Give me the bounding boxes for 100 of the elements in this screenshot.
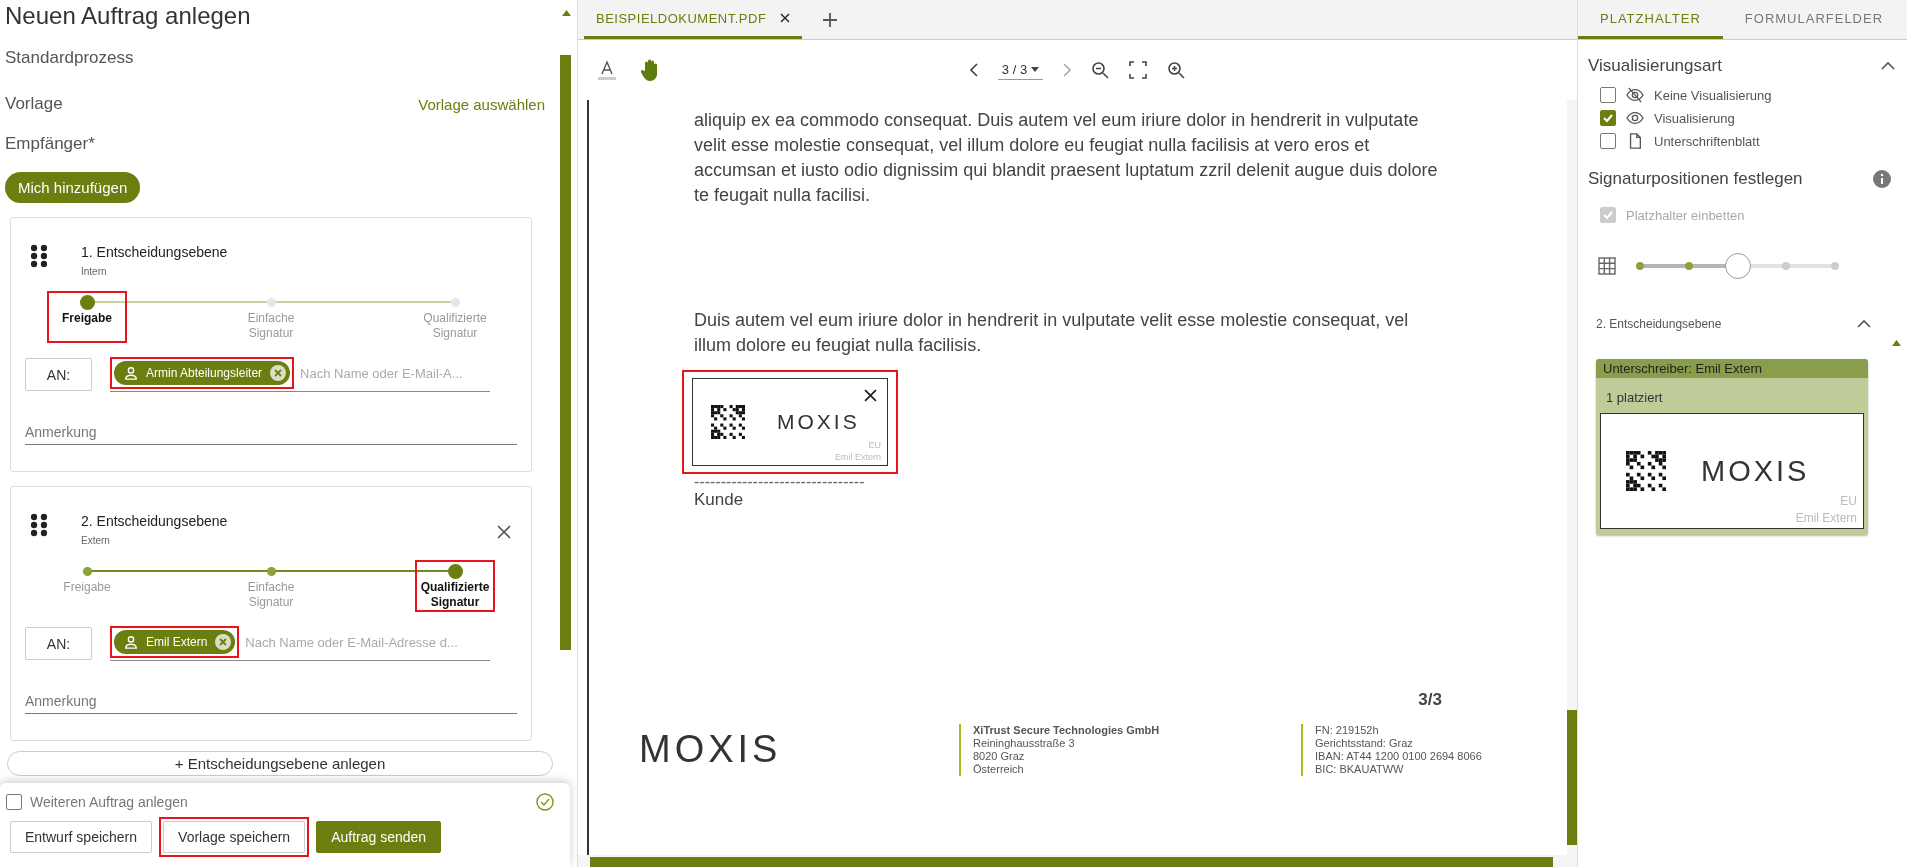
section-title: Signaturpositionen festlegen <box>1588 169 1803 189</box>
close-icon[interactable] <box>864 389 877 402</box>
person-icon <box>124 366 138 380</box>
eye-slash-icon <box>1626 87 1644 103</box>
company-info: Österreich <box>973 763 1025 776</box>
zoom-out-icon[interactable] <box>1091 61 1110 79</box>
signature-stamp[interactable]: MOXIS EU Emil Extern <box>1600 413 1864 529</box>
placed-count: 1 platziert <box>1605 389 1664 407</box>
slider-stop[interactable] <box>1684 262 1693 270</box>
checkbox-label: Weiteren Auftrag anlegen <box>30 794 189 810</box>
to-button[interactable]: AN: <box>25 358 92 391</box>
recipient-chip[interactable]: Emil Extern <box>114 630 236 654</box>
slider-thumb[interactable] <box>1724 253 1751 279</box>
signer-header: Unterschreiber: Emil Extern <box>1596 359 1868 378</box>
option-label: Platzhalter einbetten <box>1626 207 1746 223</box>
legal-info: IBAN: AT44 1200 0100 2694 8066 <box>1315 750 1483 763</box>
option-label: Unterschriftenblatt <box>1654 133 1760 149</box>
scrollbar-thumb[interactable] <box>1567 710 1577 845</box>
close-icon[interactable] <box>780 13 791 23</box>
info-icon[interactable] <box>1873 170 1891 188</box>
signer-label: Emil Extern <box>835 452 881 462</box>
signature-caption: Kunde <box>694 490 745 510</box>
zoom-in-icon[interactable] <box>1167 61 1186 79</box>
company-info: 8020 Graz <box>973 750 1026 763</box>
workflow-step[interactable]: Qualifizierte Signatur <box>415 291 495 343</box>
recipient-chip[interactable]: Armin Abteilungsleiter <box>114 361 291 385</box>
panel-tab[interactable]: PLATZHALTER <box>1578 0 1723 39</box>
caret-icon <box>1031 67 1040 72</box>
add-level-button[interactable]: + Entscheidungsebene anlegen <box>7 751 553 776</box>
checkbox[interactable] <box>1600 87 1616 103</box>
workflow-step[interactable]: Qualifizierte Signatur <box>415 560 495 612</box>
workflow-step[interactable]: Einfache Signatur <box>231 291 311 343</box>
legal-info: Gerichtsstand: Graz <box>1315 737 1414 750</box>
workflow-step[interactable]: Freigabe <box>47 560 127 612</box>
slider-stop[interactable] <box>1782 262 1791 270</box>
slider-stop[interactable] <box>1636 262 1644 270</box>
legal-info: BIC: BKAUATWW <box>1315 763 1405 776</box>
drag-handle-icon[interactable] <box>31 244 47 268</box>
qr-code-icon <box>711 405 745 439</box>
to-button[interactable]: AN: <box>25 627 92 660</box>
company-info: XiTrust Secure Technologies GmbH <box>973 724 1161 737</box>
signer-card[interactable]: Unterschreiber: Emil Extern 1 platziert MOXIS EU Emil Extern <box>1596 359 1868 535</box>
chevron-up-icon[interactable] <box>1857 319 1871 329</box>
scroll-up-icon[interactable] <box>562 10 571 16</box>
send-button[interactable]: Auftrag senden <box>316 821 442 853</box>
remove-icon[interactable] <box>270 365 287 381</box>
chevron-up-icon[interactable] <box>1881 61 1895 71</box>
scroll-up-icon[interactable] <box>1892 340 1901 346</box>
next-page-icon[interactable] <box>1063 63 1072 77</box>
legal-info: FN: 219152h <box>1315 724 1380 737</box>
hand-icon[interactable] <box>640 58 660 82</box>
signature-line: -------------------------------- <box>694 474 866 490</box>
template-label: Vorlage <box>5 94 63 114</box>
text-select-icon[interactable] <box>596 59 618 81</box>
paragraph: aliquip ex ea commodo consequat. Duis autem vel eum iriure dolor in hendrerit in vulputate velit esse molestie consequat, vel illum dolore eu feugiat nulla facilisis at vero eros et accumsan et iusto odio dignissim qui blandit praesent luptatum zzril delenit augue duis dolore te feugait nulla facilisi. <box>694 109 1439 207</box>
remove-icon[interactable] <box>215 634 232 650</box>
level-title: 1. Entscheidungsebene <box>81 244 229 260</box>
signature-stamp[interactable]: MOXIS EU Emil Extern <box>692 378 888 466</box>
panel-tab[interactable]: FORMULARFELDER <box>1722 0 1906 39</box>
drag-handle-icon[interactable] <box>31 513 47 537</box>
page-title: Neuen Auftrag anlegen <box>5 2 252 30</box>
workflow-step[interactable]: Einfache Signatur <box>231 560 311 612</box>
workflow-step[interactable]: Freigabe <box>47 291 127 343</box>
process-label: Standardprozess <box>5 48 135 68</box>
add-me-button[interactable]: Mich hinzufügen <box>5 172 141 203</box>
checkbox[interactable] <box>1600 110 1616 126</box>
save-button[interactable]: Entwurf speichern <box>10 821 153 853</box>
option-label: Keine Visualisierung <box>1654 87 1772 103</box>
region-label: EU <box>868 440 881 450</box>
level-subtitle: Intern <box>81 266 108 277</box>
moxis-logo: MOXIS <box>638 727 783 771</box>
company-info: Reininghausstraße 3 <box>973 737 1076 750</box>
close-icon[interactable] <box>497 525 511 539</box>
checkbox[interactable] <box>1600 133 1616 149</box>
moxis-logo: MOXIS <box>1701 454 1810 488</box>
scrollbar-thumb[interactable] <box>590 857 1553 867</box>
page-number: 3/3 <box>1418 690 1442 710</box>
check-circle-icon <box>536 793 554 811</box>
paragraph: Duis autem vel eum iriure dolor in hendrerit in vulputate velit esse molestie consequat, vel illum dolore eu feugiat nulla facilisis. <box>694 309 1410 357</box>
plus-icon[interactable] <box>822 11 839 28</box>
level-title: 2. Entscheidungsebene <box>1596 317 1722 331</box>
recipient-field[interactable]: Emil Extern Nach Name oder E-Mail-Adresse d... <box>110 626 490 661</box>
save-button[interactable]: Vorlage speichern <box>163 821 306 853</box>
recipient-field[interactable]: Armin Abteilungsleiter Nach Name oder E-Mail-A... <box>110 357 490 392</box>
scrollbar-thumb[interactable] <box>560 55 571 650</box>
option-label: Visualisierung <box>1654 110 1735 126</box>
person-icon <box>124 635 138 649</box>
page-selector[interactable]: 3 / 3 <box>997 60 1044 80</box>
level-subtitle: Extern <box>81 535 111 546</box>
previous-page-icon[interactable] <box>969 63 978 77</box>
section-title: Visualisierungsart <box>1588 56 1722 76</box>
fullscreen-icon[interactable] <box>1129 61 1148 79</box>
qr-code-icon <box>1626 451 1666 491</box>
region-label: EU <box>1840 494 1857 508</box>
level-title: 2. Entscheidungsebene <box>81 513 229 529</box>
slider-stop[interactable] <box>1831 262 1839 270</box>
moxis-logo: MOXIS <box>777 410 860 434</box>
recipients-label: Empfänger* <box>5 134 96 154</box>
checkbox[interactable] <box>6 794 22 810</box>
select-template-link[interactable]: Vorlage auswählen <box>418 95 545 113</box>
